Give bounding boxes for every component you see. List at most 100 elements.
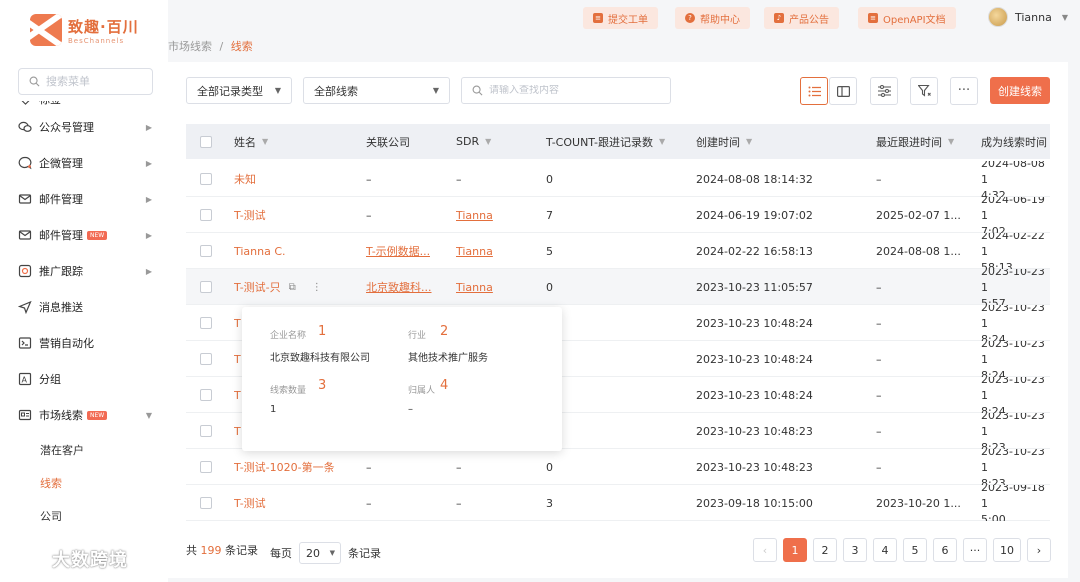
settings-button[interactable]	[870, 77, 898, 105]
new-badge: NEW	[87, 230, 108, 240]
filter-icon[interactable]: ▼	[948, 137, 954, 146]
sidebar-item-wecom[interactable]: 企微管理 ▶	[0, 145, 168, 181]
user-menu[interactable]: Tianna ▼	[988, 7, 1068, 27]
row-checkbox[interactable]	[200, 317, 212, 329]
table-row[interactable]: T-测试-1020-第一条 – – 0 2023-10-23 10:48:23 …	[186, 449, 1050, 485]
terminal-icon	[18, 336, 32, 350]
sdr-link[interactable]: Tianna	[456, 281, 493, 294]
sidebar-item-mail-new[interactable]: 邮件管理 NEW ▶	[0, 217, 168, 253]
row-checkbox[interactable]	[200, 425, 212, 437]
brand-subtitle: BesChannels	[68, 36, 125, 45]
row-checkbox[interactable]	[200, 209, 212, 221]
total-count: 共 199 条记录	[186, 544, 258, 557]
sidebar-subitem-prospects[interactable]: 潜在客户	[0, 433, 168, 466]
menu-search-input[interactable]	[46, 75, 146, 88]
row-checkbox[interactable]	[200, 389, 212, 401]
split-view-button[interactable]	[829, 77, 857, 105]
row-checkbox[interactable]	[200, 461, 212, 473]
sidebar-subitem-leads[interactable]: 线索	[0, 466, 168, 499]
sdr-cell: –	[456, 172, 462, 186]
lead-name-link[interactable]: Tianna C.	[234, 245, 286, 258]
record-type-select[interactable]: 全部记录类型 ▼	[186, 77, 292, 104]
page-button[interactable]: 4	[873, 538, 897, 562]
lead-scope-select[interactable]: 全部线索 ▼	[303, 77, 450, 104]
lead-name-link[interactable]: T	[234, 353, 241, 366]
table-row[interactable]: T-测试-只 ⧉ ⋮ 北京致趣科... Tianna 0 2023-10-23 …	[186, 269, 1050, 305]
breadcrumb: 市场线索 / 线索	[168, 40, 253, 53]
sidebar-item-automation[interactable]: 营销自动化	[0, 325, 168, 361]
lead-name-link[interactable]: 未知	[234, 171, 256, 187]
filter-button[interactable]	[910, 77, 938, 105]
table-row[interactable]: T-测试 – – 3 2023-09-18 10:15:00 2023-10-2…	[186, 485, 1050, 521]
table-row[interactable]: T-测试 – Tianna 7 2024-06-19 19:07:02 2025…	[186, 197, 1050, 233]
column-header-sdr[interactable]: SDR ▼	[456, 124, 491, 159]
column-header-became-lead[interactable]: 成为线索时间	[981, 124, 1047, 159]
more-button[interactable]: ···	[950, 77, 978, 105]
sidebar-subitem-companies[interactable]: 公司	[0, 499, 168, 532]
became-lead-cell: 2023-10-23 1 8:23	[981, 413, 1045, 449]
lead-name-link[interactable]: T-测试	[234, 207, 266, 223]
sidebar-item-mail[interactable]: 邮件管理 ▶	[0, 181, 168, 217]
select-all-checkbox[interactable]	[200, 136, 212, 148]
company-link[interactable]: T-示例数据...	[366, 243, 430, 259]
column-header-created[interactable]: 创建时间 ▼	[696, 124, 752, 159]
announcements-button[interactable]: ♪ 产品公告	[764, 7, 839, 29]
lead-name-link[interactable]: T	[234, 317, 241, 330]
popover-value-company[interactable]: 北京致趣科技有限公司	[270, 349, 370, 364]
lead-name-link[interactable]: T-测试	[234, 495, 266, 511]
lead-name-link[interactable]: T-测试-1020-第一条	[234, 459, 335, 475]
sdr-link[interactable]: Tianna	[456, 209, 493, 222]
chevron-down-icon: ▼	[145, 410, 152, 420]
sidebar-item-group[interactable]: A 分组	[0, 361, 168, 397]
row-checkbox[interactable]	[200, 245, 212, 257]
next-page-button[interactable]: ›	[1027, 538, 1051, 562]
page-ellipsis-button[interactable]: ···	[963, 538, 987, 562]
per-page-select[interactable]: 20 ▼	[299, 542, 341, 564]
sidebar-item-wechat[interactable]: 公众号管理 ▶	[0, 109, 168, 145]
filter-icon[interactable]: ▼	[746, 137, 752, 146]
filter-icon[interactable]: ▼	[485, 137, 491, 146]
page-button[interactable]: 10	[993, 538, 1021, 562]
help-center-button[interactable]: ? 帮助中心	[675, 7, 750, 29]
list-view-button[interactable]	[800, 77, 828, 105]
table-row[interactable]: 未知 – – 0 2024-08-08 18:14:32 – 2024-08-0…	[186, 161, 1050, 197]
more-vertical-icon[interactable]: ⋮	[312, 282, 322, 293]
sidebar-item-push[interactable]: 消息推送	[0, 289, 168, 325]
filter-icon[interactable]: ▼	[659, 137, 665, 146]
table-row[interactable]: Tianna C. T-示例数据... Tianna 5 2024-02-22 …	[186, 233, 1050, 269]
column-header-name[interactable]: 姓名 ▼	[234, 124, 268, 159]
column-header-company[interactable]: 关联公司	[366, 124, 410, 159]
row-checkbox[interactable]	[200, 281, 212, 293]
lead-name-link[interactable]: T-测试-只	[234, 279, 281, 295]
page-button[interactable]: 6	[933, 538, 957, 562]
row-checkbox[interactable]	[200, 497, 212, 509]
openapi-docs-button[interactable]: ≡ OpenAPI文档	[858, 7, 956, 29]
submit-ticket-button[interactable]: ≡ 提交工单	[583, 7, 658, 29]
breadcrumb-parent[interactable]: 市场线索	[168, 40, 212, 53]
page-button[interactable]: 2	[813, 538, 837, 562]
created-cell: 2023-10-23 10:48:23	[696, 424, 813, 438]
column-header-last-followup[interactable]: 最近跟进时间 ▼	[876, 124, 954, 159]
brand-logo[interactable]: 致趣·百川 BesChannels	[30, 14, 139, 46]
create-lead-button[interactable]: 创建线索	[990, 77, 1050, 104]
lead-name-link[interactable]: T	[234, 389, 241, 402]
menu-search[interactable]	[18, 68, 153, 95]
page-button[interactable]: 5	[903, 538, 927, 562]
lead-name-link[interactable]: T	[234, 425, 241, 438]
caret-down-icon: ▼	[274, 86, 281, 95]
sidebar-item-tracking[interactable]: 推广跟踪 ▶	[0, 253, 168, 289]
page-button[interactable]: 1	[783, 538, 807, 562]
column-header-count[interactable]: T-COUNT-跟进记录数 ▼	[546, 124, 665, 159]
company-link[interactable]: 北京致趣科...	[366, 279, 432, 295]
copy-icon[interactable]: ⧉	[289, 282, 296, 293]
row-checkbox[interactable]	[200, 353, 212, 365]
filter-icon[interactable]: ▼	[262, 137, 268, 146]
page-button[interactable]: 3	[843, 538, 867, 562]
prev-page-button[interactable]: ‹	[753, 538, 777, 562]
sidebar-item-market-leads[interactable]: 市场线索 NEW ▼	[0, 397, 168, 433]
sdr-link[interactable]: Tianna	[456, 245, 493, 258]
menu-item-partial[interactable]: 标签	[0, 101, 168, 109]
row-checkbox[interactable]	[200, 173, 212, 185]
lead-search-input[interactable]	[489, 85, 659, 96]
lead-search[interactable]	[461, 77, 671, 104]
